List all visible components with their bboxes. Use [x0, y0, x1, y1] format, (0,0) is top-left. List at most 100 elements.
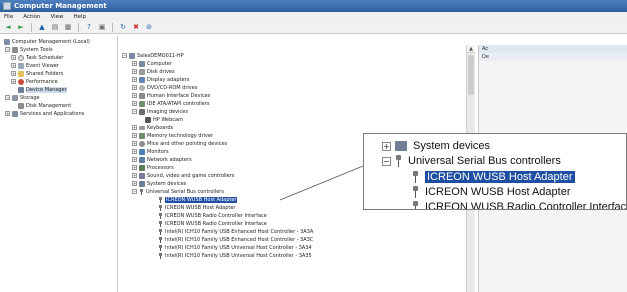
- device-category-disk-drives[interactable]: + Disk drives: [132, 68, 175, 75]
- collapse-toggle[interactable]: −: [132, 189, 137, 194]
- device-icreon-wusb-radio-controller-1[interactable]: ICREON WUSB Radio Controller Interface: [158, 212, 267, 219]
- zoom-row-system-devices[interactable]: + System devices: [382, 139, 490, 153]
- scan-hardware-icon[interactable]: ▣: [97, 23, 107, 32]
- tree-item-performance[interactable]: + Performance: [11, 78, 58, 85]
- device-intel-usb-universal-3a35[interactable]: Intel(R) ICH10 Family USB Universal Host…: [158, 252, 312, 259]
- expand-toggle[interactable]: +: [382, 141, 391, 151]
- expand-toggle[interactable]: +: [132, 133, 137, 138]
- device-intel-usb-enhanced-3a3a[interactable]: Intel(R) ICH10 Family USB Enhanced Host …: [158, 228, 313, 235]
- zoom-row-icreon-host-adapter-1[interactable]: ICREON WUSB Host Adapter: [412, 170, 575, 184]
- help-icon[interactable]: ?: [84, 23, 94, 32]
- device-category-imaging-devices[interactable]: − Imaging devices: [132, 108, 188, 115]
- tree-item-storage[interactable]: − Storage: [5, 94, 40, 101]
- expand-toggle[interactable]: +: [11, 63, 16, 68]
- tree-item-shared-folders[interactable]: + Shared Folders: [11, 70, 63, 77]
- collapse-toggle[interactable]: −: [5, 95, 10, 100]
- title-bar[interactable]: Computer Management: [0, 0, 627, 12]
- uninstall-icon[interactable]: ✖: [131, 23, 141, 32]
- expand-toggle[interactable]: +: [132, 149, 137, 154]
- device-category-dvd-cd-rom-drives[interactable]: + DVD/CD-ROM drives: [132, 84, 197, 91]
- collapse-toggle[interactable]: −: [382, 156, 391, 166]
- collapse-toggle[interactable]: −: [5, 47, 10, 52]
- tree-item-services-and-applications[interactable]: + Services and Applications: [5, 110, 84, 117]
- tree-item-event-viewer[interactable]: + Event Viewer: [11, 62, 59, 69]
- expand-toggle[interactable]: +: [5, 111, 10, 116]
- menu-bar: File Action View Help: [0, 12, 627, 22]
- device-tree-label: Imaging devices: [147, 108, 188, 115]
- expand-toggle[interactable]: +: [132, 85, 137, 90]
- tree-item-computer-management[interactable]: Computer Management (Local): [4, 38, 90, 45]
- expand-toggle[interactable]: +: [132, 181, 137, 186]
- expand-toggle[interactable]: +: [11, 55, 16, 60]
- expand-toggle[interactable]: +: [132, 165, 137, 170]
- zoom-row-usb-controllers[interactable]: − Universal Serial Bus controllers: [382, 154, 561, 168]
- console-tree: Computer Management (Local) − System Too…: [2, 36, 118, 292]
- back-icon[interactable]: ◄: [3, 23, 13, 32]
- expand-toggle[interactable]: +: [132, 173, 137, 178]
- device-intel-usb-enhanced-3a3c[interactable]: Intel(R) ICH10 Family USB Enhanced Host …: [158, 236, 313, 243]
- device-category-system-devices[interactable]: + System devices: [132, 180, 186, 187]
- tree-item-label: Computer Management (Local): [12, 38, 90, 45]
- device-category-usb-controllers[interactable]: − Universal Serial Bus controllers: [132, 188, 224, 195]
- expand-toggle[interactable]: +: [132, 69, 137, 74]
- device-icreon-wusb-radio-controller-2[interactable]: ICREON WUSB Radio Controller Interface: [158, 220, 267, 227]
- monitor-icon: [139, 148, 145, 155]
- disable-icon[interactable]: ⊘: [144, 23, 154, 32]
- memory-icon: [139, 132, 145, 139]
- expand-toggle[interactable]: +: [132, 157, 137, 162]
- usb-icon: [158, 236, 162, 243]
- tree-item-label: Event Viewer: [26, 62, 59, 69]
- device-icreon-wusb-host-adapter-2[interactable]: ICREON WUSB Host Adapter: [158, 204, 235, 211]
- expand-toggle[interactable]: +: [132, 125, 137, 130]
- menu-action[interactable]: Action: [23, 14, 40, 20]
- device-category-human-interface-devices[interactable]: + Human Interface Devices: [132, 92, 210, 99]
- usb-icon: [139, 188, 143, 195]
- device-tree-root[interactable]: − SalesDEMO011-HP: [122, 52, 184, 59]
- up-icon[interactable]: ▲: [37, 23, 47, 32]
- tree-item-system-tools[interactable]: − System Tools: [5, 46, 53, 53]
- expand-toggle[interactable]: +: [11, 79, 16, 84]
- collapse-toggle[interactable]: −: [122, 53, 127, 58]
- device-category-mice[interactable]: + Mice and other pointing devices: [132, 140, 227, 147]
- zoom-row-icreon-radio-controller[interactable]: ICREON WUSB Radio Controller Interface: [412, 200, 626, 209]
- scroll-up-arrow-icon[interactable]: ▲: [467, 45, 475, 53]
- device-category-display-adapters[interactable]: + Display adapters: [132, 76, 189, 83]
- device-hp-webcam[interactable]: HP Webcam: [145, 116, 183, 123]
- zoom-row-label: ICREON WUSB Host Adapter: [425, 171, 575, 183]
- update-driver-icon[interactable]: ↻: [118, 23, 128, 32]
- forward-icon[interactable]: ►: [16, 23, 26, 32]
- expand-toggle[interactable]: +: [132, 101, 137, 106]
- device-category-memory-technology-driver[interactable]: + Memory technology driver: [132, 132, 213, 139]
- device-intel-usb-universal-3a34[interactable]: Intel(R) ICH10 Family USB Universal Host…: [158, 244, 312, 251]
- usb-icon: [158, 252, 162, 259]
- show-hide-tree-icon[interactable]: ▤: [50, 23, 60, 32]
- device-tree-label: Display adapters: [147, 76, 190, 83]
- expand-toggle[interactable]: +: [132, 77, 137, 82]
- tree-item-task-scheduler[interactable]: + Task Scheduler: [11, 54, 63, 61]
- expand-toggle[interactable]: +: [132, 141, 137, 146]
- computer-management-window: Computer Management File Action View Hel…: [0, 0, 627, 292]
- expand-toggle[interactable]: +: [132, 61, 137, 66]
- zoom-row-icreon-host-adapter-2[interactable]: ICREON WUSB Host Adapter: [412, 185, 571, 199]
- properties-icon[interactable]: ▦: [63, 23, 73, 32]
- device-category-monitors[interactable]: + Monitors: [132, 148, 169, 155]
- menu-view[interactable]: View: [50, 14, 63, 20]
- tree-item-disk-management[interactable]: Disk Management: [18, 102, 71, 109]
- tree-item-device-manager[interactable]: Device Manager: [18, 86, 67, 93]
- actions-subheader[interactable]: De: [479, 53, 627, 61]
- device-category-network-adapters[interactable]: + Network adapters: [132, 156, 192, 163]
- toolbar: ◄ ► ▲ ▤ ▦ ? ▣ ↻ ✖ ⊘: [0, 22, 627, 34]
- expand-toggle[interactable]: +: [132, 93, 137, 98]
- menu-file[interactable]: File: [4, 14, 13, 20]
- disk-icon: [139, 68, 145, 75]
- scrollbar-thumb[interactable]: [468, 55, 474, 95]
- expand-toggle[interactable]: +: [11, 71, 16, 76]
- device-category-ide-controllers[interactable]: + IDE ATA/ATAPI controllers: [132, 100, 210, 107]
- device-category-keyboards[interactable]: + Keyboards: [132, 124, 173, 131]
- collapse-toggle[interactable]: −: [132, 109, 137, 114]
- device-category-processors[interactable]: + Processors: [132, 164, 174, 171]
- device-category-computer[interactable]: + Computer: [132, 60, 172, 67]
- menu-help[interactable]: Help: [74, 14, 87, 20]
- device-icreon-wusb-host-adapter-1[interactable]: ICREON WUSB Host Adapter: [158, 196, 238, 203]
- device-category-sound-video-game[interactable]: + Sound, video and game controllers: [132, 172, 234, 179]
